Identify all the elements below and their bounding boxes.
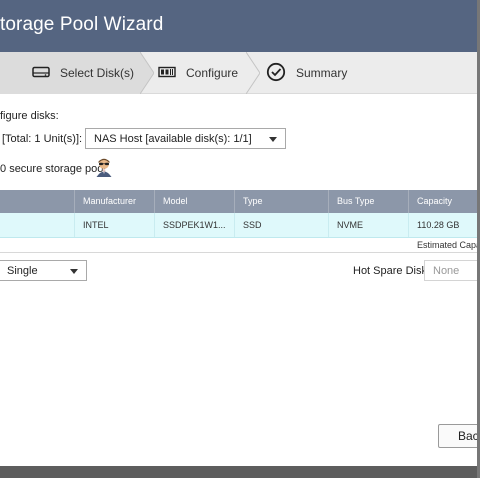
window-title: torage Pool Wizard <box>0 14 164 35</box>
step-summary[interactable]: Summary <box>266 52 386 94</box>
step-label: Select Disk(s) <box>60 66 135 80</box>
estimated-capacity-label: Estimated Capa <box>417 240 480 250</box>
estimated-capacity-bar: Estimated Capa <box>0 238 480 253</box>
step-select-disks[interactable]: Select Disk(s) <box>0 52 140 94</box>
hot-spare-value: None <box>433 264 460 277</box>
step-label: Summary <box>296 66 348 80</box>
step-separator <box>246 52 260 94</box>
hot-spare-select[interactable]: None <box>424 260 480 281</box>
secure-label: secure storage pool <box>9 163 106 175</box>
column-header-manufacturer[interactable]: Manufacturer <box>74 190 154 213</box>
configure-disks-heading: figure disks: <box>0 110 59 122</box>
enclosure-label: [Total: 1 Unit(s)]: <box>2 133 83 145</box>
configure-icon <box>158 66 176 81</box>
column-header-capacity[interactable]: Capacity <box>408 190 480 213</box>
hard-drive-icon <box>32 66 50 81</box>
table-row[interactable]: INTEL SSDPEK1W1... SSD NVME 110.28 GB <box>0 213 480 238</box>
cell-select <box>0 213 74 237</box>
enclosure-select[interactable]: NAS Host [available disk(s): 1/1] <box>85 128 286 149</box>
secure-prefix: 0 <box>0 163 7 175</box>
step-separator <box>140 52 154 94</box>
column-header-model[interactable]: Model <box>154 190 234 213</box>
cell-capacity: 110.28 GB <box>408 213 480 237</box>
raid-type-value: Single <box>7 264 38 277</box>
wizard-content: figure disks: [Total: 1 Unit(s)]: NAS Ho… <box>0 94 480 478</box>
window-bottom-edge <box>0 466 480 478</box>
wizard-steps: Select Disk(s) Configure Summary <box>0 52 480 94</box>
back-button[interactable]: Back <box>438 424 480 448</box>
enclosure-select-value: NAS Host [available disk(s): 1/1] <box>94 132 252 145</box>
cell-type: SSD <box>234 213 328 237</box>
cell-model: SSDPEK1W1... <box>154 213 234 237</box>
raid-type-select[interactable]: Single <box>0 260 87 281</box>
step-configure[interactable]: Configure <box>158 52 258 94</box>
table-header: Manufacturer Model Type Bus Type Capacit… <box>0 190 480 213</box>
cell-bus-type: NVME <box>328 213 408 237</box>
column-header-bus-type[interactable]: Bus Type <box>328 190 408 213</box>
column-header-type[interactable]: Type <box>234 190 328 213</box>
secure-storage-pool-text: 0 secure storage pool <box>0 163 106 175</box>
chevron-down-icon <box>269 136 277 142</box>
storage-pool-wizard-window: torage Pool Wizard Select Disk(s) Config… <box>0 0 480 478</box>
title-bar: torage Pool Wizard <box>0 0 480 52</box>
hot-spare-label: Hot Spare Disk: <box>353 265 431 277</box>
column-header <box>0 190 74 213</box>
chevron-down-icon <box>70 268 78 274</box>
checkmark-circle-icon <box>266 62 286 85</box>
step-label: Configure <box>186 66 239 80</box>
cell-manufacturer: INTEL <box>74 213 154 237</box>
secure-agent-icon[interactable] <box>94 157 114 182</box>
